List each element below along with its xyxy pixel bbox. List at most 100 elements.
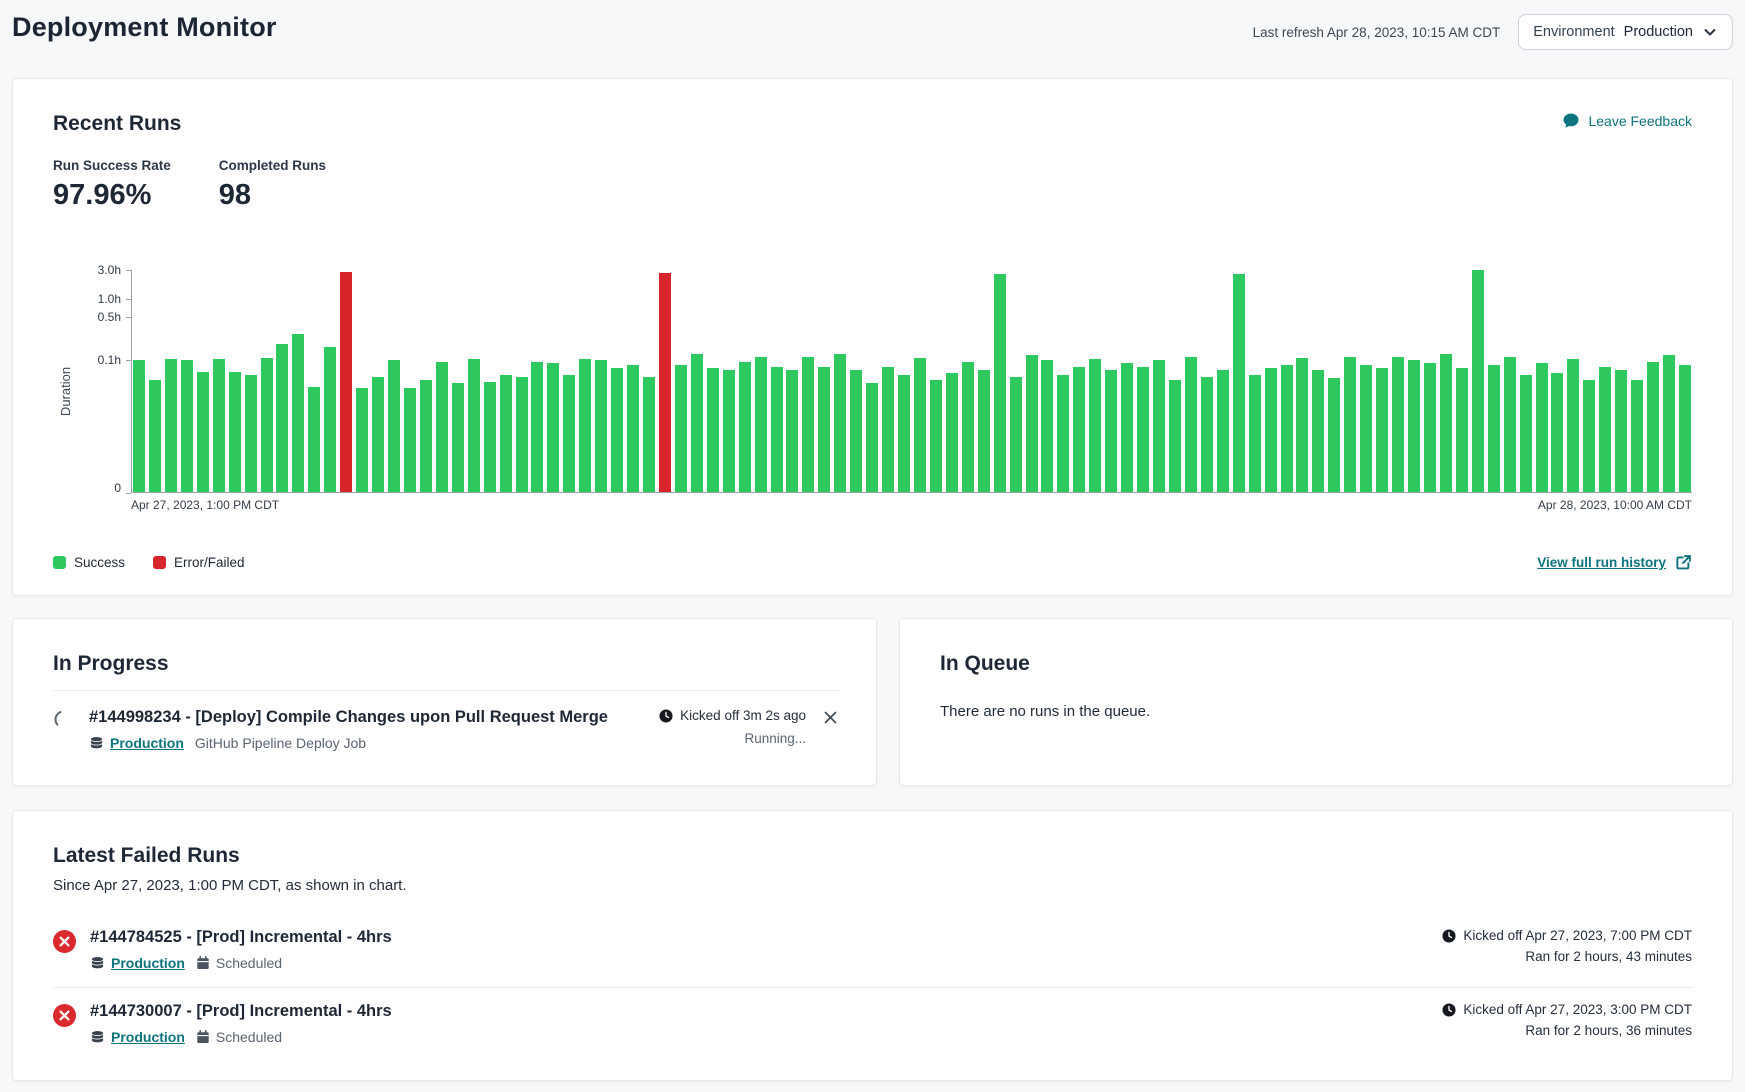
- chart-bar-success[interactable]: [1026, 355, 1038, 492]
- chart-bar-success[interactable]: [1392, 357, 1404, 493]
- chart-bar-success[interactable]: [1201, 377, 1213, 492]
- view-full-run-history-link[interactable]: View full run history: [1537, 554, 1692, 571]
- chart-bar-success[interactable]: [882, 367, 894, 492]
- leave-feedback-link[interactable]: Leave Feedback: [1562, 112, 1692, 130]
- chart-bar-success[interactable]: [962, 362, 974, 492]
- chart-bar-success[interactable]: [834, 354, 846, 492]
- chart-bar-success[interactable]: [420, 380, 432, 492]
- chart-bar-success[interactable]: [1010, 377, 1022, 492]
- chart-bar-success[interactable]: [675, 365, 687, 492]
- environment-link[interactable]: Production: [90, 1029, 185, 1045]
- chart-bar-success[interactable]: [1105, 370, 1117, 492]
- chart-bar-success[interactable]: [229, 372, 241, 492]
- chart-bar-success[interactable]: [1328, 378, 1340, 492]
- chart-bar-success[interactable]: [1408, 360, 1420, 492]
- chart-bar-success[interactable]: [500, 375, 512, 492]
- chart-bar-success[interactable]: [324, 347, 336, 493]
- chart-bar-success[interactable]: [1599, 367, 1611, 492]
- chart-bar-success[interactable]: [1663, 355, 1675, 492]
- chart-bar-success[interactable]: [1249, 375, 1261, 492]
- chart-bar-success[interactable]: [261, 358, 273, 492]
- chart-bar-success[interactable]: [595, 360, 607, 492]
- environment-dropdown[interactable]: Environment Production: [1518, 14, 1733, 50]
- chart-bar-success[interactable]: [1488, 365, 1500, 492]
- chart-bar-success[interactable]: [165, 359, 177, 492]
- chart-bar-success[interactable]: [308, 387, 320, 492]
- chart-bar-success[interactable]: [133, 360, 145, 492]
- chart-bar-success[interactable]: [1504, 357, 1516, 493]
- legend-item-success[interactable]: Success: [53, 555, 125, 570]
- chart-bar-success[interactable]: [1472, 270, 1484, 492]
- chart-bar-success[interactable]: [1217, 370, 1229, 492]
- chart-bar-success[interactable]: [818, 367, 830, 492]
- chart-bar-success[interactable]: [181, 360, 193, 493]
- chart-bar-failed[interactable]: [340, 272, 352, 493]
- chart-bar-success[interactable]: [1360, 365, 1372, 492]
- chart-bar-success[interactable]: [547, 363, 559, 492]
- chart-bar-success[interactable]: [850, 370, 862, 492]
- chart-bar-success[interactable]: [1169, 380, 1181, 492]
- chart-bar-success[interactable]: [643, 377, 655, 492]
- chart-bar-success[interactable]: [707, 368, 719, 492]
- chart-bar-success[interactable]: [484, 382, 496, 492]
- chart-bar-success[interactable]: [930, 380, 942, 492]
- chart-bar-success[interactable]: [1679, 365, 1691, 492]
- chart-bar-success[interactable]: [1631, 380, 1643, 492]
- chart-bar-success[interactable]: [802, 357, 814, 493]
- chart-bar-success[interactable]: [579, 359, 591, 492]
- chart-bar-success[interactable]: [1153, 360, 1165, 492]
- chart-bar-success[interactable]: [1137, 367, 1149, 492]
- legend-item-error-failed[interactable]: Error/Failed: [153, 555, 245, 570]
- chart-bar-success[interactable]: [1089, 359, 1101, 492]
- chart-bar-success[interactable]: [1551, 373, 1563, 493]
- environment-link[interactable]: Production: [90, 955, 185, 971]
- chart-bar-success[interactable]: [691, 354, 703, 492]
- chart-bar-success[interactable]: [1647, 362, 1659, 492]
- chart-bar-success[interactable]: [1185, 357, 1197, 493]
- chart-bar-success[interactable]: [213, 359, 225, 492]
- cancel-run-button[interactable]: [821, 708, 840, 727]
- chart-bar-success[interactable]: [1312, 370, 1324, 492]
- chart-bar-failed[interactable]: [659, 273, 671, 492]
- chart-bar-success[interactable]: [1233, 274, 1245, 492]
- chart-bar-success[interactable]: [866, 383, 878, 492]
- chart-bar-success[interactable]: [1121, 363, 1133, 492]
- environment-link[interactable]: Production: [89, 735, 184, 751]
- chart-bar-success[interactable]: [771, 367, 783, 492]
- chart-bar-success[interactable]: [563, 375, 575, 492]
- chart-bar-success[interactable]: [452, 383, 464, 492]
- chart-bar-success[interactable]: [611, 368, 623, 492]
- chart-bar-success[interactable]: [1057, 375, 1069, 492]
- chart-bar-success[interactable]: [468, 359, 480, 492]
- chart-bar-success[interactable]: [1440, 354, 1452, 492]
- chart-bar-success[interactable]: [197, 372, 209, 492]
- chart-bar-success[interactable]: [149, 380, 161, 492]
- chart-bar-success[interactable]: [1424, 363, 1436, 492]
- chart-bar-success[interactable]: [1567, 359, 1579, 492]
- chart-bar-success[interactable]: [1376, 368, 1388, 492]
- chart-bar-success[interactable]: [786, 370, 798, 492]
- chart-bar-success[interactable]: [292, 334, 304, 492]
- chart-bar-success[interactable]: [946, 373, 958, 493]
- chart-bar-success[interactable]: [1281, 365, 1293, 492]
- chart-bar-success[interactable]: [898, 375, 910, 492]
- chart-bar-success[interactable]: [436, 362, 448, 492]
- chart-bar-success[interactable]: [1456, 368, 1468, 492]
- chart-bar-success[interactable]: [1536, 363, 1548, 492]
- chart-bar-success[interactable]: [1265, 368, 1277, 492]
- chart-bar-success[interactable]: [1583, 380, 1595, 492]
- chart-bar-success[interactable]: [627, 365, 639, 492]
- chart-bar-success[interactable]: [245, 375, 257, 492]
- chart-bar-success[interactable]: [276, 344, 288, 492]
- chart-bar-success[interactable]: [723, 370, 735, 492]
- chart-bar-success[interactable]: [755, 357, 767, 493]
- chart-bar-success[interactable]: [1615, 370, 1627, 492]
- chart-bar-success[interactable]: [978, 370, 990, 492]
- chart-bar-success[interactable]: [356, 388, 368, 492]
- chart-bar-success[interactable]: [1344, 357, 1356, 493]
- chart-bar-success[interactable]: [994, 274, 1006, 492]
- chart-bar-success[interactable]: [1296, 358, 1308, 492]
- chart-bar-success[interactable]: [1073, 367, 1085, 492]
- chart-bar-success[interactable]: [1041, 360, 1053, 492]
- chart-bar-success[interactable]: [739, 362, 751, 492]
